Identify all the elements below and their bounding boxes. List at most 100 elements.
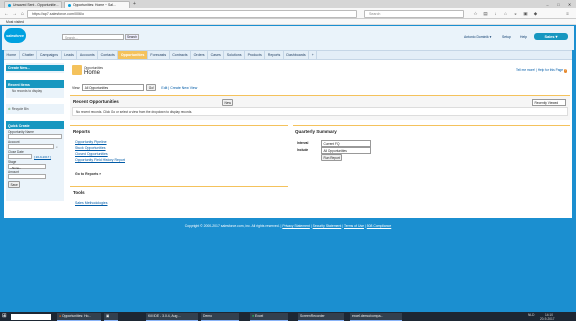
recent-items-empty: No records to display [12, 89, 42, 93]
tools-panel: Tools Sales Methodologies [70, 186, 288, 214]
lookup-icon[interactable]: ⌕ [56, 145, 58, 149]
salesforce-favicon-icon [68, 3, 71, 7]
minimize-icon[interactable]: – [542, 0, 553, 8]
menu-icon[interactable]: ≡ [564, 10, 571, 17]
recycle-bin-icon: ♻ [8, 107, 11, 111]
extension-icon[interactable]: ◆ [532, 10, 539, 17]
forward-icon[interactable]: → [11, 10, 18, 17]
report-link[interactable]: Stuck Opportunities [75, 146, 106, 150]
include-select[interactable]: All Opportunities [321, 147, 371, 154]
close-date-input[interactable] [8, 154, 32, 159]
create-new-button[interactable]: Create New... [6, 65, 64, 71]
recycle-bin-link[interactable]: ♻ Recycle Bin [6, 104, 64, 112]
compliance-link[interactable]: 508 Compliance [367, 224, 392, 228]
interval-select[interactable]: Current FQ [321, 140, 371, 147]
tab-cases[interactable]: Cases [208, 51, 225, 59]
recent-empty-message: No recent records. Click Go or select a … [72, 107, 568, 116]
reader-icon[interactable]: ▤ [482, 10, 489, 17]
browser-search[interactable]: Search [364, 9, 464, 18]
bookmark-star-icon[interactable]: ☆ [472, 10, 479, 17]
maximize-icon[interactable]: □ [553, 0, 564, 8]
taskbar-item[interactable]: ■ Excel [250, 312, 288, 321]
report-link[interactable]: Opportunity Field History Report [75, 158, 125, 162]
help-link[interactable]: Help [520, 35, 527, 39]
account-input[interactable] [8, 144, 54, 149]
tab-add[interactable]: + [309, 51, 318, 59]
account-row: ⌕ [6, 144, 64, 149]
global-search-button[interactable]: Search [125, 34, 139, 40]
global-search-input[interactable]: Search... [62, 34, 124, 40]
reports-title: Reports [73, 129, 91, 134]
salesforce-logo[interactable]: salesforce [4, 28, 26, 43]
close-window-icon[interactable]: ✕ [564, 0, 575, 8]
windows-start-icon[interactable]: ⊞ [2, 313, 7, 319]
view-select[interactable]: All Opportunities [82, 84, 145, 91]
tab-products[interactable]: Products [245, 51, 266, 59]
go-to-reports-link[interactable]: Go to Reports » [75, 172, 101, 176]
tab-contracts[interactable]: Contracts [170, 51, 192, 59]
edit-create-view-link[interactable]: Edit | Create New View [161, 86, 197, 90]
taskbar-item[interactable]: Kill IDE - 3.0.4, Aug ... [146, 312, 198, 321]
browser-nav-bar: ← → ⌂ https://ap7.salesforce.com/006/o S… [0, 8, 576, 19]
screenshot-icon[interactable]: ▣ [522, 10, 529, 17]
new-opportunity-button[interactable]: New [222, 99, 234, 106]
taskbar-item[interactable]: ▣ [104, 312, 118, 321]
new-tab-icon[interactable]: + [133, 1, 136, 7]
taskbar-item[interactable]: excel.demo/compa... [350, 312, 402, 321]
tab-forecasts[interactable]: Forecasts [148, 51, 170, 59]
user-menu[interactable]: Antonio Dominik ▾ [464, 35, 491, 39]
home-icon[interactable]: ⌂ [19, 10, 26, 17]
taskbar: ⊞ ● Opportunities: Ho... ▣ Kill IDE - 3.… [0, 312, 576, 321]
help-icon: ? [563, 68, 568, 73]
security-link[interactable]: Security Statement [313, 224, 342, 228]
app-menu-button[interactable]: Sales ▾ [534, 33, 568, 40]
report-link[interactable]: Opportunity Pipeline [75, 140, 107, 144]
bookmark-most-visited[interactable]: Most visited [6, 20, 24, 24]
run-report-button[interactable]: Run Report [321, 154, 343, 161]
privacy-link[interactable]: Privacy Statement [282, 224, 310, 228]
help-for-page-link[interactable]: Tell me more! | Help for this Page ? [516, 68, 568, 73]
tab-opportunities[interactable]: Opportunities [118, 51, 148, 59]
tab-solutions[interactable]: Solutions [224, 51, 246, 59]
tools-title: Tools [73, 190, 85, 195]
home-toolbar-icon[interactable]: ⌂ [502, 10, 509, 17]
tab-accounts[interactable]: Accounts [77, 51, 99, 59]
main-tab-bar: Home Chatter Campaigns Leads Accounts Contact… [4, 50, 572, 60]
excel-icon: ■ [252, 314, 255, 318]
taskbar-item[interactable]: ScreenRecorder [298, 312, 344, 321]
recycle-bin-box: ♻ Recycle Bin [6, 104, 64, 114]
terms-link[interactable]: Terms of Use [344, 224, 364, 228]
view-label: View: [72, 85, 81, 90]
opportunities-icon [72, 65, 82, 75]
quick-create-save-button[interactable]: Save [8, 181, 21, 188]
quarterly-summary-title: Quarterly Summary [295, 129, 337, 134]
tool-link[interactable]: Sales Methodologies [75, 201, 108, 205]
amount-input[interactable] [8, 174, 46, 179]
url-bar[interactable]: https://ap7.salesforce.com/006/o [27, 9, 357, 18]
download-icon[interactable]: ↓ [492, 10, 499, 17]
browser-tab-bar: Unsaved Sent - Opportunitie... Opportuni… [0, 0, 576, 8]
tab-dashboards[interactable]: Dashboards [284, 51, 310, 59]
recent-filter-select[interactable]: Recently Viewed [532, 99, 566, 106]
tab-contacts[interactable]: Contacts [98, 51, 119, 59]
pocket-icon[interactable]: ◒ [512, 10, 519, 17]
browser-tab-active[interactable]: Opportunities: Home ~ Sal... [64, 1, 130, 8]
go-button[interactable]: Go! [146, 84, 157, 91]
taskbar-search[interactable] [11, 313, 51, 320]
tab-orders[interactable]: Orders [191, 51, 209, 59]
tab-home[interactable]: Home [4, 51, 20, 59]
tab-leads[interactable]: Leads [62, 51, 78, 59]
back-icon[interactable]: ← [3, 10, 10, 17]
copyright-text: Copyright © 2000-2017 salesforce.com, in… [184, 224, 282, 228]
tab-campaigns[interactable]: Campaigns [37, 51, 62, 59]
taskbar-item[interactable]: ● Opportunities: Ho... [57, 312, 101, 321]
language-indicator[interactable]: NLD [528, 313, 534, 317]
setup-link[interactable]: Setup [502, 35, 511, 39]
tab-reports[interactable]: Reports [265, 51, 284, 59]
close-date-today[interactable]: [ 20-9-2017 ] [34, 155, 51, 159]
quarterly-summary-panel: Quarterly Summary Interval Current FQ In… [293, 125, 570, 183]
tab-chatter[interactable]: Chatter [20, 51, 38, 59]
report-link[interactable]: Closed Opportunities [75, 152, 108, 156]
taskbar-item[interactable]: Demo [201, 312, 239, 321]
browser-tab[interactable]: Unsaved Sent - Opportunitie... [4, 1, 62, 8]
